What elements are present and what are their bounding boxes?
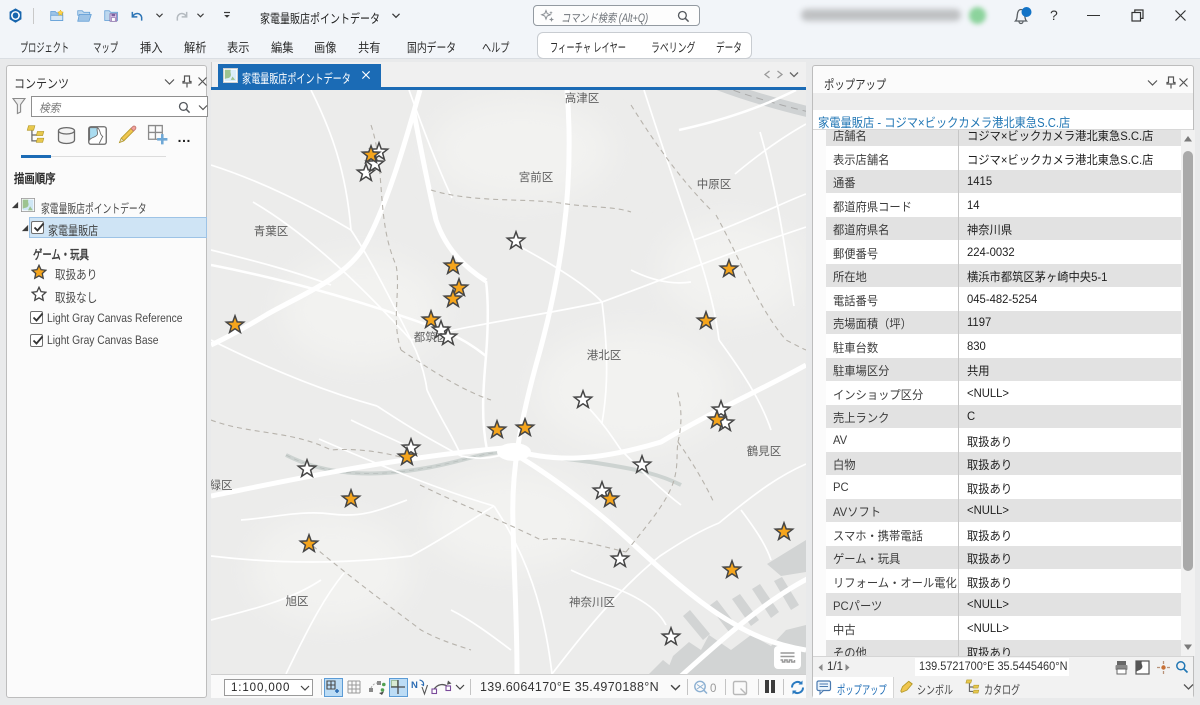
svg-text:緑区: 緑区 xyxy=(211,478,233,492)
svg-text:鶴見区: 鶴見区 xyxy=(747,444,782,458)
svg-text:高津区: 高津区 xyxy=(565,91,600,105)
svg-text:宮前区: 宮前区 xyxy=(519,170,554,184)
svg-text:N: N xyxy=(411,680,418,691)
svg-text:神奈川区: 神奈川区 xyxy=(569,595,615,609)
svg-text:青葉区: 青葉区 xyxy=(254,225,289,238)
svg-text:中原区: 中原区 xyxy=(697,178,732,191)
svg-text:港北区: 港北区 xyxy=(587,349,622,362)
svg-text:0: 0 xyxy=(710,683,716,695)
svg-text:旭区: 旭区 xyxy=(286,595,309,608)
